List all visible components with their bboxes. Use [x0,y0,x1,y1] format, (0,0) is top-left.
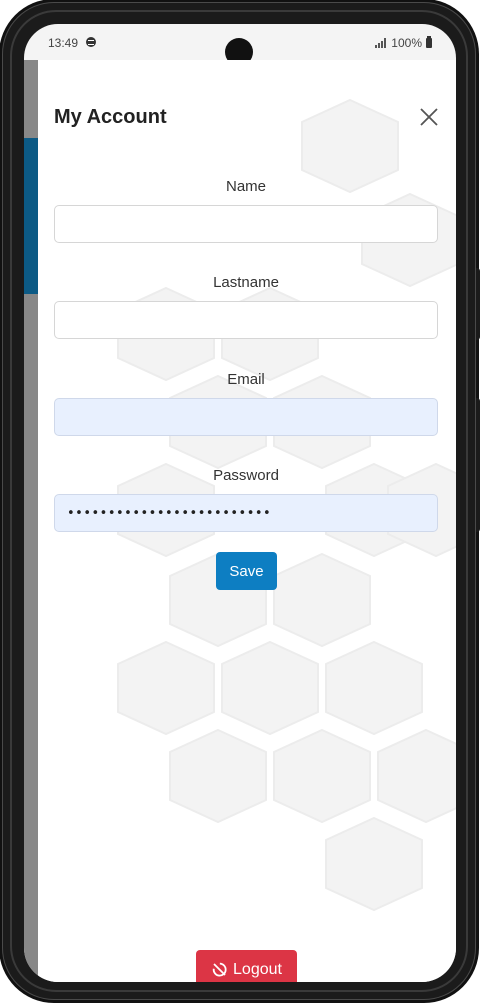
save-button[interactable]: Save [216,552,277,590]
battery-percent: 100% [391,36,422,50]
status-time: 13:49 [48,36,79,50]
logout-button[interactable]: Logout [196,950,297,982]
phone-screen: 13:49 100% My Account Name Lastname Emai… [24,24,456,982]
battery-icon [426,36,432,48]
password-input[interactable] [54,494,438,532]
email-label: Email [227,371,265,388]
name-input[interactable] [54,205,438,243]
background-page-accent [24,138,38,294]
status-right: 100% [375,36,432,50]
lastname-input[interactable] [54,301,438,339]
power-button [476,398,480,532]
password-label: Password [213,467,279,484]
name-label: Name [225,178,266,195]
logout-icon [212,962,227,977]
modal-title: My Account [54,106,167,128]
logout-label: Logout [233,961,282,978]
volume-button [476,268,480,340]
lastname-label: Lastname [213,274,279,291]
email-input[interactable] [54,398,438,436]
close-icon[interactable] [418,106,440,128]
status-bar: 13:49 100% [24,24,456,66]
signal-icon [375,38,387,48]
spotify-icon [86,37,96,47]
account-modal: My Account Name Lastname Email Password … [38,60,456,982]
